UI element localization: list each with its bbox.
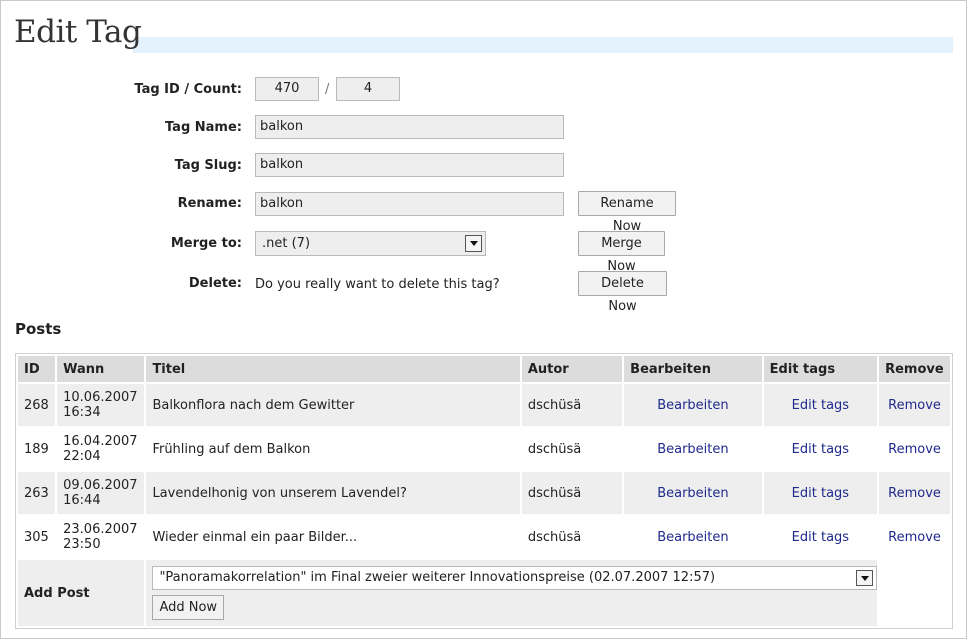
remove-post-link[interactable]: Remove (888, 442, 941, 457)
edit-tags-link[interactable]: Edit tags (792, 486, 849, 501)
merge-to-label: Merge to: (170, 236, 242, 251)
post-date: 09.06.2007 (63, 478, 138, 493)
chevron-down-icon[interactable] (465, 235, 482, 252)
tag-name-field[interactable]: balkon (255, 115, 564, 139)
remove-post-link[interactable]: Remove (888, 486, 941, 501)
column-header-id: ID (18, 356, 56, 382)
posts-table-container: ID Wann Titel Autor Bearbeiten Edit tags… (15, 353, 953, 629)
post-remove-cell: Remove (879, 516, 950, 558)
post-edit-cell: Bearbeiten (624, 428, 762, 470)
remove-post-link[interactable]: Remove (888, 530, 941, 545)
title-underline-bar (133, 37, 953, 53)
rename-now-button[interactable]: Rename Now (578, 191, 676, 234)
post-time: 16:34 (63, 405, 101, 420)
post-edit-tags-cell: Edit tags (763, 428, 878, 470)
column-header-bearbeiten: Bearbeiten (624, 356, 762, 382)
post-id: 263 (18, 472, 56, 514)
tag-id-count-label: Tag ID / Count: (134, 82, 242, 97)
add-post-label: Add Post (18, 560, 145, 626)
add-post-selected-value: "Panoramakorrelation" im Final zweier we… (159, 570, 716, 585)
post-remove-cell: Remove (879, 384, 950, 426)
column-header-remove: Remove (879, 356, 950, 382)
post-title: Lavendelhonig von unserem Lavendel? (146, 472, 520, 514)
post-edit-tags-cell: Edit tags (763, 384, 878, 426)
post-edit-cell: Bearbeiten (624, 516, 762, 558)
post-id: 189 (18, 428, 56, 470)
post-edit-tags-cell: Edit tags (763, 472, 878, 514)
page-title: Edit Tag (14, 14, 142, 50)
edit-tags-link[interactable]: Edit tags (792, 398, 849, 413)
post-author: dschüsä (521, 384, 623, 426)
post-id: 305 (18, 516, 56, 558)
post-date-cell: 10.06.2007 16:34 (57, 384, 145, 426)
tag-slug-field[interactable]: balkon (255, 153, 564, 177)
id-count-separator: / (325, 82, 330, 97)
post-title: Balkonflora nach dem Gewitter (146, 384, 520, 426)
column-header-autor: Autor (521, 356, 623, 382)
edit-tags-link[interactable]: Edit tags (792, 530, 849, 545)
rename-field[interactable]: balkon (255, 192, 564, 216)
merge-now-button[interactable]: Merge Now (578, 231, 665, 274)
remove-post-link[interactable]: Remove (888, 398, 941, 413)
delete-question: Do you really want to delete this tag? (255, 277, 500, 292)
tag-slug-label: Tag Slug: (174, 158, 242, 173)
post-remove-cell: Remove (879, 428, 950, 470)
post-time: 23:50 (63, 537, 101, 552)
tag-name-label: Tag Name: (164, 120, 242, 135)
add-post-select[interactable]: "Panoramakorrelation" im Final zweier we… (152, 566, 878, 590)
column-header-titel: Titel (146, 356, 520, 382)
add-post-controls: "Panoramakorrelation" im Final zweier we… (146, 560, 878, 626)
post-edit-cell: Bearbeiten (624, 384, 762, 426)
post-edit-tags-cell: Edit tags (763, 516, 878, 558)
edit-post-link[interactable]: Bearbeiten (657, 442, 728, 457)
edit-post-link[interactable]: Bearbeiten (657, 486, 728, 501)
delete-label: Delete: (188, 276, 242, 291)
column-header-wann: Wann (57, 356, 145, 382)
table-row: 305 23.06.2007 23:50 Wieder einmal ein pa… (18, 516, 950, 558)
post-author: dschüsä (521, 472, 623, 514)
post-date: 16.04.2007 (63, 434, 138, 449)
tag-count-field[interactable]: 4 (336, 77, 400, 101)
post-date-cell: 23.06.2007 23:50 (57, 516, 145, 558)
post-author: dschüsä (521, 428, 623, 470)
post-time: 22:04 (63, 449, 101, 464)
post-date-cell: 09.06.2007 16:44 (57, 472, 145, 514)
edit-tags-link[interactable]: Edit tags (792, 442, 849, 457)
column-header-edit-tags: Edit tags (763, 356, 878, 382)
post-author: dschüsä (521, 516, 623, 558)
table-header-row: ID Wann Titel Autor Bearbeiten Edit tags… (18, 356, 950, 382)
rename-label: Rename: (177, 196, 242, 211)
add-post-empty-cell (879, 560, 950, 626)
add-post-row: Add Post "Panoramakorrelation" im Final … (18, 560, 950, 626)
post-date: 23.06.2007 (63, 522, 138, 537)
table-row: 268 10.06.2007 16:34 Balkonflora nach dem… (18, 384, 950, 426)
post-id: 268 (18, 384, 56, 426)
merge-to-select[interactable]: .net (7) (255, 231, 486, 256)
posts-section-title: Posts (15, 320, 62, 338)
post-title: Wieder einmal ein paar Bilder... (146, 516, 520, 558)
post-remove-cell: Remove (879, 472, 950, 514)
post-edit-cell: Bearbeiten (624, 472, 762, 514)
edit-post-link[interactable]: Bearbeiten (657, 398, 728, 413)
table-row: 263 09.06.2007 16:44 Lavendelhonig von un… (18, 472, 950, 514)
chevron-down-icon[interactable] (856, 570, 874, 586)
table-row: 189 16.04.2007 22:04 Frühling auf dem Bal… (18, 428, 950, 470)
post-date-cell: 16.04.2007 22:04 (57, 428, 145, 470)
post-time: 16:44 (63, 493, 101, 508)
post-date: 10.06.2007 (63, 390, 138, 405)
delete-now-button[interactable]: Delete Now (578, 271, 667, 314)
tag-id-field[interactable]: 470 (255, 77, 319, 101)
add-now-button[interactable]: Add Now (152, 595, 225, 620)
merge-to-selected-value: .net (7) (262, 236, 311, 251)
edit-post-link[interactable]: Bearbeiten (657, 530, 728, 545)
post-title: Frühling auf dem Balkon (146, 428, 520, 470)
posts-table: ID Wann Titel Autor Bearbeiten Edit tags… (16, 354, 952, 628)
